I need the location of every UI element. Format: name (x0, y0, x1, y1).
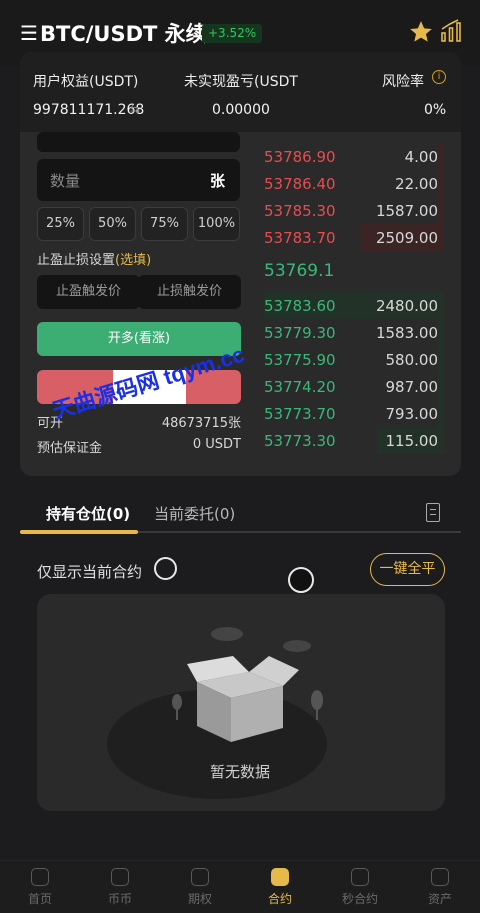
bid-row[interactable]: 53774.20 987.00 (264, 373, 444, 400)
options-icon (191, 868, 209, 886)
equity-label: 用户权益(USDT) (33, 74, 139, 90)
only-current-label: 仅显示当前合约 (37, 563, 143, 581)
nav-item-2[interactable]: 期权 (160, 868, 240, 907)
quantity-unit: 张 (210, 172, 226, 190)
only-current-radio[interactable] (154, 557, 177, 580)
ask-row[interactable]: 53785.30 1587.00 (264, 197, 444, 224)
bid-size: 793.00 (385, 405, 439, 423)
floating-ball-button[interactable] (288, 567, 314, 593)
unrealized-pnl-label: 未实现盈亏(USDT (184, 74, 298, 90)
price-type-selector[interactable] (37, 132, 240, 152)
star-icon[interactable] (408, 19, 434, 45)
tab-indicator (20, 530, 138, 534)
kline-chart-icon[interactable] (440, 19, 462, 43)
nav-item-1[interactable]: 币币 (80, 868, 160, 907)
ask-price: 53783.70 (264, 229, 336, 247)
price-change-badge: +3.52% (202, 24, 263, 43)
bid-depth-bar (437, 400, 444, 427)
contract-icon (271, 868, 289, 886)
nav-label: 资产 (427, 892, 452, 906)
bid-depth-bar (437, 346, 444, 373)
tpsl-optional-text: (选填) (115, 253, 152, 268)
bid-row[interactable]: 53773.30 115.00 (264, 427, 444, 454)
risk-rate-value: 0% (424, 102, 447, 118)
bid-row[interactable]: 53783.60 2480.00 (264, 292, 444, 319)
bid-price: 53775.90 (264, 351, 336, 369)
nav-item-3[interactable]: 合约 (240, 868, 320, 907)
transfer-icon[interactable]: ⇆ (130, 102, 140, 116)
info-icon[interactable]: i (432, 70, 446, 84)
bid-size: 2480.00 (375, 297, 438, 315)
bid-size: 987.00 (385, 378, 439, 396)
ask-row[interactable]: 53786.90 4.00 (264, 143, 444, 170)
ask-depth-bar (437, 143, 444, 170)
nav-item-5[interactable]: 资产 (400, 868, 480, 907)
margin-value: 0 USDT (192, 437, 241, 452)
nav-item-4[interactable]: 秒合约 (320, 868, 400, 907)
ask-size: 4.00 (404, 148, 438, 166)
nav-label: 币币 (107, 892, 132, 906)
bid-price: 53783.60 (264, 297, 336, 315)
tab-orders[interactable]: 当前委托(0) (154, 503, 235, 524)
ask-price: 53785.30 (264, 202, 336, 220)
bid-price: 53773.70 (264, 405, 336, 423)
nav-label: 首页 (27, 892, 52, 906)
take-profit-input[interactable]: 止盈触发价 (37, 275, 140, 309)
bid-depth-bar (437, 319, 444, 346)
last-price[interactable]: 53769.1 (264, 261, 334, 281)
bid-row[interactable]: 53779.30 1583.00 (264, 319, 444, 346)
available-value: 48673715张 (161, 416, 241, 431)
bid-price: 53779.30 (264, 324, 336, 342)
bid-size: 580.00 (385, 351, 439, 369)
ask-row[interactable]: 53783.70 2509.00 (264, 224, 444, 251)
quantity-placeholder: 数量 (50, 172, 81, 190)
bid-depth-bar (437, 373, 444, 400)
ask-price: 53786.90 (264, 148, 336, 166)
nav-label: 合约 (267, 892, 292, 906)
percent-50-button[interactable]: 50% (89, 207, 136, 241)
tpsl-label-text: 止盈止损设置 (37, 253, 116, 268)
coin-icon (111, 868, 129, 886)
second-contract-icon (351, 868, 369, 886)
nav-item-0[interactable]: 首页 (0, 868, 80, 907)
menu-toggle-icon[interactable]: ☰ (20, 22, 40, 44)
percent-25-button[interactable]: 25% (37, 207, 84, 241)
ask-size: 22.00 (395, 175, 438, 193)
bid-price: 53773.30 (264, 432, 336, 450)
empty-state-text: 暂无数据 (209, 763, 270, 781)
bid-price: 53774.20 (264, 378, 336, 396)
bid-row[interactable]: 53773.70 793.00 (264, 400, 444, 427)
home-icon (31, 868, 49, 886)
equity-value: 997811171.268 (33, 102, 145, 118)
wallet-icon (431, 868, 449, 886)
nav-label: 期权 (187, 892, 212, 906)
ask-depth-bar (437, 197, 444, 224)
unrealized-pnl-value: 0.00000 (212, 102, 270, 118)
ask-size: 1587.00 (375, 202, 438, 220)
close-all-button[interactable]: 一键全平 (370, 553, 445, 586)
document-icon[interactable] (426, 503, 440, 522)
bid-size: 115.00 (385, 432, 439, 450)
nav-label: 秒合约 (341, 892, 378, 906)
risk-rate-label: 风险率 (382, 74, 424, 90)
percent-100-button[interactable]: 100% (193, 207, 240, 241)
percent-75-button[interactable]: 75% (141, 207, 188, 241)
tab-positions[interactable]: 持有仓位(0) (46, 503, 130, 524)
bid-size: 1583.00 (375, 324, 438, 342)
tpsl-settings-label[interactable]: 止盈止损设置(选填) (37, 249, 151, 268)
ask-row[interactable]: 53786.40 22.00 (264, 170, 444, 197)
bid-row[interactable]: 53775.90 580.00 (264, 346, 444, 373)
page-title[interactable]: BTC/USDT 永续 (40, 18, 207, 48)
account-summary: 用户权益(USDT) 未实现盈亏(USDT 风险率 997811171.268 … (20, 52, 461, 132)
ask-size: 2509.00 (375, 229, 438, 247)
ask-depth-bar (437, 170, 444, 197)
margin-label: 预估保证金 (37, 441, 103, 456)
stop-loss-input[interactable]: 止损触发价 (138, 275, 241, 309)
ask-price: 53786.40 (264, 175, 336, 193)
